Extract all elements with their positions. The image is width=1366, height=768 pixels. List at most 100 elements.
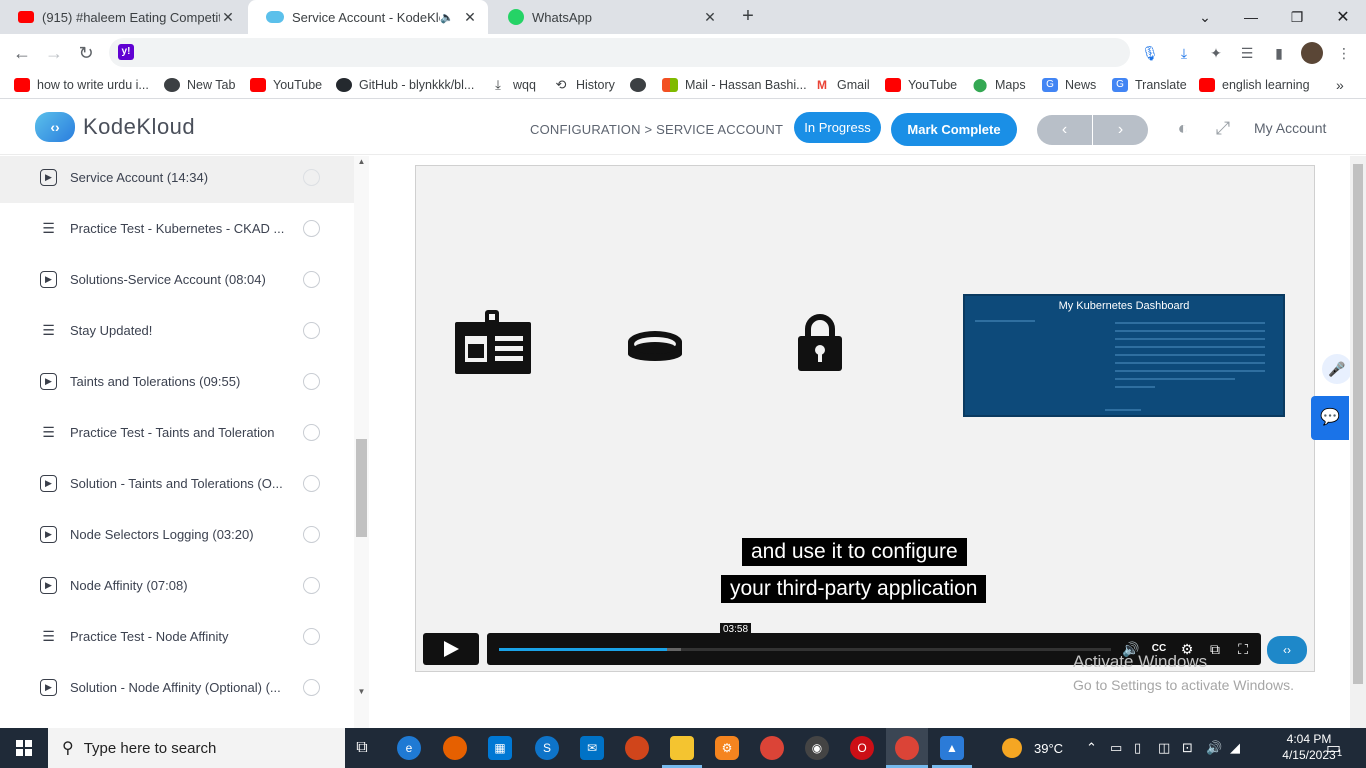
address-bar[interactable]: y! xyxy=(109,38,1130,67)
bookmark-item[interactable]: YouTube xyxy=(885,76,957,94)
completion-circle-icon[interactable] xyxy=(303,526,320,543)
save-icon[interactable]: ⤓ xyxy=(1174,43,1194,63)
battery-icon[interactable]: ▭ xyxy=(1110,728,1122,768)
bookmark-item[interactable]: ⤓ wqq xyxy=(490,76,536,94)
app-icon[interactable]: ◉ xyxy=(805,736,829,760)
store-icon[interactable]: ▦ xyxy=(488,736,512,760)
lesson-item[interactable]: ▶ Node Selectors Logging (03:20) xyxy=(0,509,354,560)
restore-icon[interactable]: ❐ xyxy=(1274,0,1320,34)
scrollbar-thumb[interactable] xyxy=(356,439,367,537)
lesson-item[interactable]: ▶ Solution - Node Affinity (Optional) (.… xyxy=(0,662,354,713)
scrollbar-thumb[interactable] xyxy=(1353,164,1363,684)
chevron-up-icon[interactable]: ⌃ xyxy=(1086,728,1097,768)
completion-circle-icon[interactable] xyxy=(303,577,320,594)
back-arrow-icon[interactable]: ← xyxy=(9,40,35,66)
reload-icon[interactable]: ↻ xyxy=(73,40,99,66)
next-lesson-button[interactable]: › xyxy=(1093,115,1148,145)
bookmark-item[interactable]: GitHub - blynkkk/bl... xyxy=(336,76,474,94)
lesson-item[interactable]: ▶ Node Affinity (07:08) xyxy=(0,560,354,611)
kodekloud-logo[interactable]: ‹› KodeKloud xyxy=(35,112,195,142)
screen-icon[interactable]: ⊡ xyxy=(1182,728,1193,768)
close-icon[interactable]: ✕ xyxy=(220,9,236,26)
window-close-icon[interactable]: ✕ xyxy=(1320,0,1366,34)
firefox-icon[interactable] xyxy=(443,736,467,760)
camera-icon[interactable]: ◫ xyxy=(1158,728,1170,768)
photos-icon[interactable]: ▲ xyxy=(940,736,964,760)
my-account-link[interactable]: My Account xyxy=(1254,120,1326,136)
completion-circle-icon[interactable] xyxy=(303,271,320,288)
app-icon[interactable] xyxy=(625,736,649,760)
completion-circle-icon[interactable] xyxy=(303,220,320,237)
bookmark-item[interactable]: ⬤ Maps xyxy=(972,76,1026,94)
fullscreen-icon[interactable]: ⛶ xyxy=(1233,639,1253,659)
sidebar-scrollbar[interactable]: ▲ ▼ xyxy=(354,156,369,728)
lesson-item[interactable]: ☰ Practice Test - Taints and Toleration xyxy=(0,407,354,458)
notification-center[interactable]: ▭ 1 xyxy=(1326,728,1342,768)
chevron-right-icon[interactable]: » xyxy=(1336,76,1344,94)
lesson-item[interactable]: ☰ Practice Test - Kubernetes - CKAD ... xyxy=(0,203,354,254)
wifi-icon[interactable]: ◢ xyxy=(1230,728,1240,768)
completion-circle-icon[interactable] xyxy=(303,322,320,339)
lesson-item[interactable]: ☰ Stay Updated! xyxy=(0,305,354,356)
file-explorer-icon[interactable] xyxy=(670,736,694,760)
completion-circle-icon[interactable] xyxy=(303,424,320,441)
video-player[interactable]: My Kubernetes Dashboard and use it to co… xyxy=(415,165,1315,672)
scroll-down-icon[interactable]: ▼ xyxy=(354,686,369,698)
dark-mode-icon[interactable]: ◐ xyxy=(1171,116,1195,140)
completion-circle-icon[interactable] xyxy=(303,169,320,186)
task-view-icon[interactable]: ⧉ xyxy=(350,736,374,760)
bookmark-item[interactable] xyxy=(630,76,653,94)
bookmark-item[interactable]: G Translate xyxy=(1112,76,1187,94)
previous-lesson-button[interactable]: ‹ xyxy=(1037,115,1092,145)
bookmark-item[interactable]: english learning xyxy=(1199,76,1310,94)
taskbar-search[interactable]: ⚲ Type here to search xyxy=(48,728,345,768)
menu-icon[interactable]: ⋮ xyxy=(1334,43,1354,63)
app-icon[interactable]: ⚙ xyxy=(715,736,739,760)
seek-bar[interactable] xyxy=(499,648,1111,651)
picture-in-picture-icon[interactable]: ⧉ xyxy=(1205,639,1225,659)
bookmark-item[interactable]: New Tab xyxy=(164,76,235,94)
lesson-item[interactable]: ▶ Service Account (14:34) xyxy=(0,156,354,203)
lesson-item[interactable]: ▶ Solution - Taints and Tolerations (O..… xyxy=(0,458,354,509)
tab-kodekloud[interactable]: Service Account - KodeKloud 🔈 ✕ xyxy=(248,0,488,34)
tab-youtube[interactable]: (915) #haleem Eating Competition ✕ xyxy=(0,0,246,34)
lesson-item[interactable]: ▶ Taints and Tolerations (09:55) xyxy=(0,356,354,407)
profile-avatar[interactable] xyxy=(1301,42,1323,64)
bookmark-item[interactable]: YouTube xyxy=(250,76,322,94)
lesson-item[interactable]: ☰ Practice Test - Node Affinity xyxy=(0,611,354,662)
extensions-icon[interactable]: ✦ xyxy=(1206,43,1226,63)
media-control-icon[interactable]: ☰ xyxy=(1237,43,1257,63)
scroll-up-icon[interactable]: ▲ xyxy=(354,156,369,168)
tab-whatsapp[interactable]: WhatsApp ✕ xyxy=(490,0,728,34)
close-icon[interactable]: ✕ xyxy=(702,9,718,26)
chrome-icon[interactable] xyxy=(895,736,919,760)
completion-circle-icon[interactable] xyxy=(303,373,320,390)
skype-icon[interactable]: S xyxy=(535,736,559,760)
play-button[interactable] xyxy=(423,633,479,665)
bookmark-item[interactable]: Mail - Hassan Bashi... xyxy=(662,76,807,94)
tab-search-icon[interactable]: ⌄ xyxy=(1182,0,1228,34)
in-progress-button[interactable]: In Progress xyxy=(794,112,881,143)
bookmark-item[interactable]: ⟲ History xyxy=(553,76,615,94)
microphone-icon[interactable]: 🎙 xyxy=(1140,43,1160,63)
opera-icon[interactable]: O xyxy=(850,736,874,760)
bookmark-item[interactable]: M Gmail xyxy=(814,76,870,94)
weather-widget[interactable]: 39°C xyxy=(1002,728,1063,768)
completion-circle-icon[interactable] xyxy=(303,475,320,492)
close-icon[interactable]: ✕ xyxy=(462,9,478,26)
edge-icon[interactable]: e xyxy=(397,736,421,760)
forward-arrow-icon[interactable]: → xyxy=(41,40,67,66)
mail-icon[interactable]: ✉ xyxy=(580,736,604,760)
completion-circle-icon[interactable] xyxy=(303,628,320,645)
completion-circle-icon[interactable] xyxy=(303,679,320,696)
fullscreen-expand-icon[interactable]: ⤢ xyxy=(1211,116,1235,140)
speaker-icon[interactable]: 🔈 xyxy=(440,11,454,24)
page-scrollbar[interactable] xyxy=(1350,156,1366,728)
bookmark-item[interactable]: how to write urdu i... xyxy=(14,76,149,94)
start-button[interactable] xyxy=(0,728,48,768)
chat-support-icon[interactable]: 💬 xyxy=(1311,396,1349,440)
new-tab-button[interactable]: + xyxy=(737,5,759,27)
minimize-icon[interactable]: — xyxy=(1228,0,1274,34)
voice-input-icon[interactable]: 🎤 xyxy=(1322,354,1352,384)
device-icon[interactable]: ▯ xyxy=(1134,728,1141,768)
